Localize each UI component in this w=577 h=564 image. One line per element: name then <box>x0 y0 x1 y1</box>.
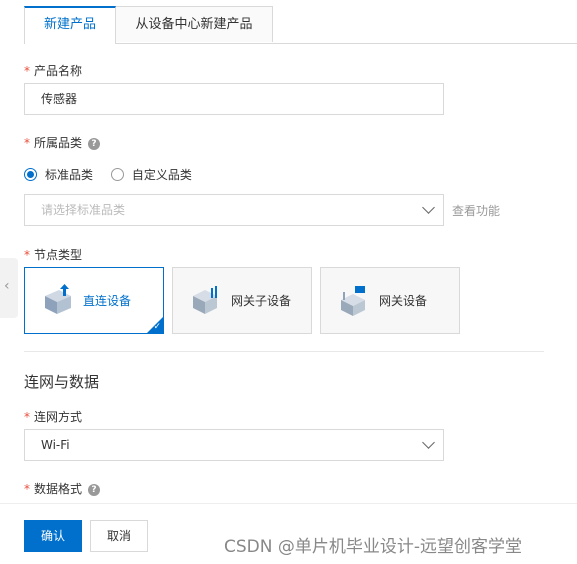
tab-from-device-center[interactable]: 从设备中心新建产品 <box>115 6 273 42</box>
node-type-label: * 节点类型 <box>24 248 83 262</box>
gateway-device-icon <box>341 286 365 316</box>
card-gateway-device-label: 网关设备 <box>379 294 428 308</box>
card-gateway-subdevice[interactable]: 网关子设备 <box>172 267 312 334</box>
card-direct-device-label: 直连设备 <box>83 294 132 308</box>
chevron-left-icon: ‹ <box>4 278 10 294</box>
network-mode-select[interactable]: Wi-Fi <box>24 429 444 461</box>
category-radio-group: 标准品类 自定义品类 <box>24 166 206 184</box>
help-icon[interactable]: ? <box>88 137 101 150</box>
tab-bar: 从设备中心新建产品 新建产品 <box>24 6 577 44</box>
network-section-title: 连网与数据 <box>24 373 100 391</box>
card-gateway-subdevice-label: 网关子设备 <box>231 294 292 308</box>
category-label: * 所属品类? <box>24 134 101 151</box>
tab-new-product[interactable]: 新建产品 <box>24 6 116 44</box>
view-features-link[interactable]: 查看功能 <box>452 202 500 219</box>
card-gateway-device[interactable]: 网关设备 <box>320 267 460 334</box>
confirm-button[interactable]: 确认 <box>24 520 82 552</box>
check-icon: ✓ <box>153 322 161 332</box>
side-collapse-handle[interactable]: ‹ <box>0 258 18 318</box>
radio-standard-category[interactable]: 标准品类 <box>24 166 93 183</box>
section-divider <box>24 351 544 352</box>
cancel-button[interactable]: 取消 <box>90 520 148 552</box>
help-icon[interactable]: ? <box>88 483 101 496</box>
radio-unchecked-icon <box>110 168 124 181</box>
radio-custom-category[interactable]: 自定义品类 <box>110 166 192 183</box>
card-direct-device[interactable]: 直连设备 ✓ <box>24 267 164 334</box>
chevron-down-icon <box>422 436 435 449</box>
chevron-down-icon <box>422 201 435 214</box>
direct-device-icon <box>45 284 71 314</box>
gateway-subdevice-icon <box>193 286 217 314</box>
data-format-label: * 数据格式? <box>24 480 101 497</box>
network-mode-label: * 连网方式 <box>24 410 83 424</box>
product-name-input[interactable]: 传感器 <box>24 83 444 115</box>
radio-checked-icon <box>24 168 37 181</box>
category-select[interactable]: 请选择标准品类 <box>24 194 444 226</box>
watermark: CSDN @单片机毕业设计-远望创客学堂 <box>224 537 523 557</box>
product-name-label: * 产品名称 <box>24 64 83 78</box>
